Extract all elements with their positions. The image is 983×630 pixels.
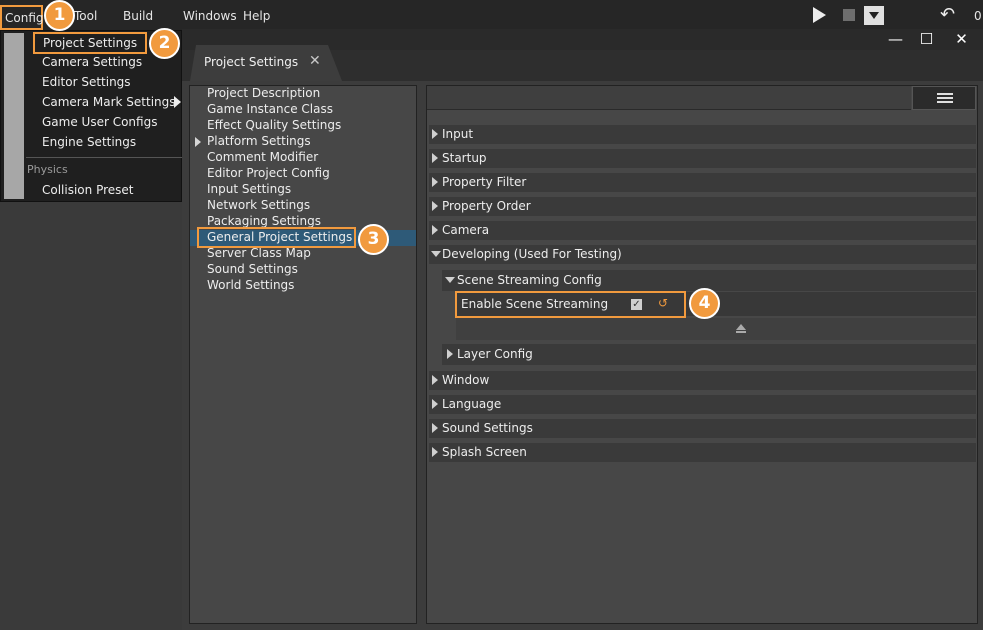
nav-item[interactable]: Comment Modifier (207, 150, 318, 164)
menu-item-camera-settings[interactable]: Camera Settings (42, 55, 142, 69)
nav-item[interactable]: Game Instance Class (207, 102, 333, 116)
category-label: Language (442, 397, 502, 411)
subcategory-label: Layer Config (457, 347, 533, 361)
callout-badge-1: 1 (44, 0, 75, 31)
expand-arrow-icon (432, 447, 438, 457)
category-label: Camera (442, 223, 490, 237)
expand-arrow-icon (432, 375, 438, 385)
subcategory-label: Scene Streaming Config (457, 273, 602, 287)
nav-item[interactable]: Server Class Map (207, 246, 311, 260)
expand-arrow-icon (432, 399, 438, 409)
minimize-icon[interactable]: — (879, 29, 912, 50)
category-row[interactable] (429, 371, 976, 390)
expand-arrow-icon (432, 129, 438, 139)
expand-arrow-icon (432, 201, 438, 211)
list-menu-button[interactable] (912, 86, 976, 110)
callout-badge-4: 4 (689, 288, 720, 319)
callout-box-4 (455, 291, 686, 318)
menu-help[interactable]: Help (243, 9, 270, 23)
callout-badge-3: 3 (358, 224, 389, 255)
callout-box-3 (197, 227, 356, 248)
category-row[interactable] (429, 125, 976, 144)
menu-gutter (4, 33, 24, 199)
tab-label: Project Settings (204, 55, 299, 69)
menu-icon-line (937, 93, 953, 95)
category-label: Splash Screen (442, 445, 527, 459)
category-label: Sound Settings (442, 421, 533, 435)
expand-arrow-icon (432, 177, 438, 187)
nav-item[interactable]: Sound Settings (207, 262, 298, 276)
category-label: Window (442, 373, 490, 387)
menu-item-camera-mark-settings[interactable]: Camera Mark Settings (42, 95, 176, 109)
menu-item-game-user-configs[interactable]: Game User Configs (42, 115, 157, 129)
chevron-down-icon[interactable] (864, 6, 884, 25)
menu-icon-line (937, 97, 953, 99)
menu-separator (26, 157, 181, 158)
menu-build[interactable]: Build (123, 9, 153, 23)
menu-item-collision-preset[interactable]: Collision Preset (42, 183, 134, 197)
category-label: Input (442, 127, 474, 141)
collapse-arrow-icon (445, 277, 455, 283)
search-input[interactable] (427, 86, 911, 110)
maximize-icon[interactable]: ☐ (910, 29, 943, 50)
nav-item[interactable]: Packaging Settings (207, 214, 321, 228)
menu-icon-line (937, 101, 953, 103)
menu-config[interactable]: Config (0, 5, 44, 30)
category-label: Property Filter (442, 175, 527, 189)
nav-item[interactable]: Platform Settings (207, 134, 311, 148)
nav-item[interactable]: Network Settings (207, 198, 310, 212)
close-icon[interactable]: ✕ (945, 29, 978, 50)
nav-item[interactable]: World Settings (207, 278, 294, 292)
menu-windows[interactable]: Windows (183, 9, 237, 23)
nav-item[interactable]: Editor Project Config (207, 166, 330, 180)
menu-item-engine-settings[interactable]: Engine Settings (42, 135, 136, 149)
nav-item[interactable]: Project Description (207, 86, 320, 100)
eject-icon[interactable] (736, 324, 746, 333)
category-row[interactable] (429, 149, 976, 168)
collapse-arrow-icon (431, 251, 441, 257)
menu-section-physics: Physics (27, 163, 68, 176)
menu-tool[interactable]: Tool (74, 9, 97, 23)
expand-arrow-icon (432, 423, 438, 433)
expand-arrow-icon (447, 349, 453, 359)
stop-icon[interactable] (843, 9, 855, 21)
menu-item-editor-settings[interactable]: Editor Settings (42, 75, 131, 89)
menu-item-project-settings[interactable]: Project Settings (33, 32, 148, 54)
undo-count: 0 (974, 9, 982, 23)
category-label: Property Order (442, 199, 531, 213)
category-label: Developing (Used For Testing) (442, 247, 622, 261)
nav-item[interactable]: Effect Quality Settings (207, 118, 341, 132)
nav-item[interactable]: Input Settings (207, 182, 291, 196)
undo-icon[interactable]: ↶ (940, 4, 955, 25)
expand-arrow-icon (432, 153, 438, 163)
callout-badge-2: 2 (149, 28, 180, 59)
expand-arrow-icon[interactable] (195, 137, 201, 147)
category-row[interactable] (429, 221, 976, 240)
category-label: Startup (442, 151, 487, 165)
expand-arrow-icon (432, 225, 438, 235)
category-row[interactable] (429, 395, 976, 414)
play-icon[interactable] (813, 7, 826, 23)
submenu-arrow-icon (174, 96, 181, 108)
tab-close-icon[interactable]: ✕ (309, 53, 321, 69)
property-footer (456, 318, 976, 340)
